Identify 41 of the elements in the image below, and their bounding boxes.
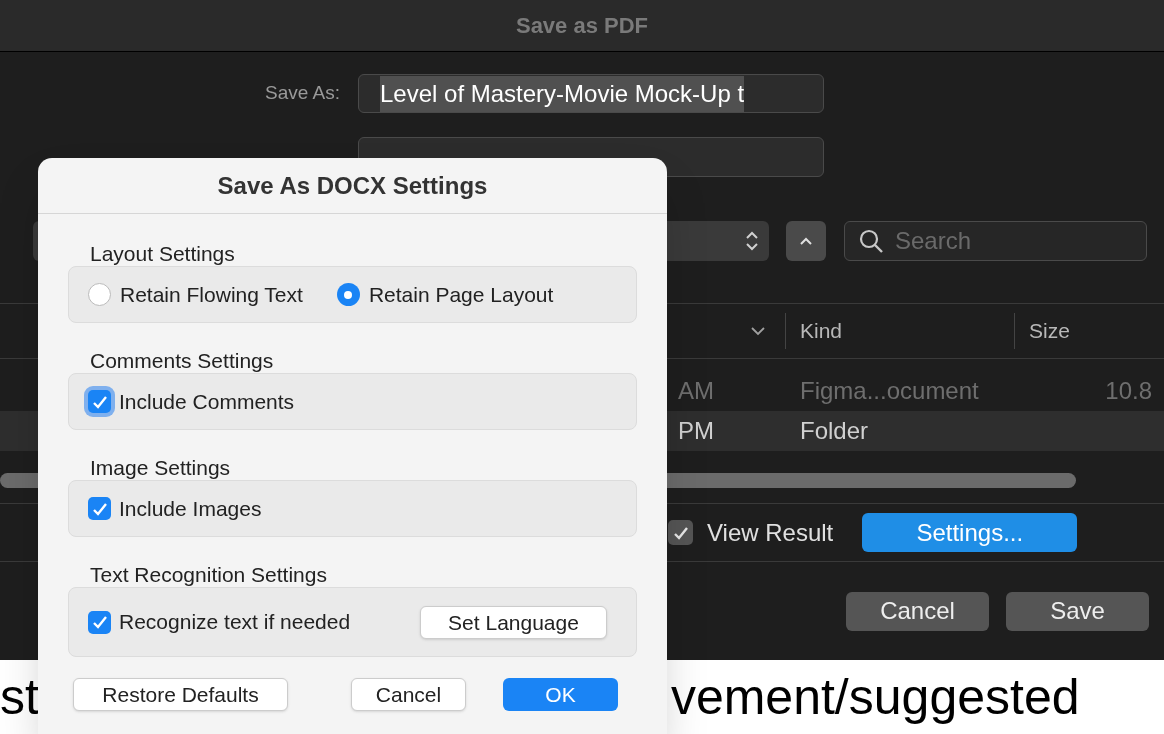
table-cell-text: AM [678, 375, 715, 406]
chevron-up-icon [799, 236, 813, 246]
search-icon [859, 229, 883, 253]
chevrons-icon [743, 230, 761, 252]
checkbox[interactable] [668, 520, 693, 545]
save-button[interactable]: Save [1006, 591, 1149, 631]
checkbox-label: Include Comments [119, 388, 295, 415]
cancel-button[interactable]: Cancel [846, 591, 989, 631]
dialog-button[interactable]: Cancel [351, 678, 466, 711]
field-label: Save As: [264, 80, 340, 105]
radio-button[interactable] [336, 283, 360, 306]
sort-chevron-icon [750, 324, 766, 337]
radio-label: Retain Page Layout [368, 281, 554, 308]
checkmark-icon [91, 614, 108, 630]
document-text: vement/suggested [670, 672, 1080, 722]
checkbox-label: View Result [707, 517, 834, 548]
search-field[interactable]: Search [844, 221, 1147, 261]
window-title: Save as PDF [515, 12, 649, 40]
dialog-button[interactable]: Restore Defaults [73, 678, 288, 711]
checkbox-label: Recognize text if needed [119, 609, 351, 636]
section-title: Layout Settings [90, 241, 236, 266]
section-title: Image Settings [90, 455, 232, 480]
checkbox[interactable] [88, 497, 111, 520]
section-title: Text Recognition Settings [90, 562, 328, 587]
search-input[interactable]: Search [895, 223, 1115, 259]
table-cell-text: 10.8 [1104, 375, 1152, 406]
column-header[interactable]: Size [1029, 315, 1070, 347]
dialog-title: Save As DOCX Settings [217, 170, 488, 201]
section-title: Comments Settings [90, 348, 275, 373]
checkbox[interactable] [88, 610, 111, 634]
dialog-button[interactable]: OK [503, 678, 618, 711]
table-cell-text: Folder [800, 415, 870, 446]
checkbox-label: Include Images [119, 495, 262, 522]
radio-label: Retain Flowing Text [120, 281, 303, 308]
column-header[interactable]: Kind [800, 315, 1014, 347]
radio-button[interactable] [88, 283, 111, 306]
set-language-button[interactable]: Set Language [420, 605, 607, 639]
document-text: st [0, 672, 39, 722]
table-cell-text: Figma...ocument [800, 375, 980, 406]
table-cell-text: PM [678, 415, 715, 446]
filename-field[interactable]: Level of Mastery-Movie Mock-Up t [358, 74, 824, 113]
